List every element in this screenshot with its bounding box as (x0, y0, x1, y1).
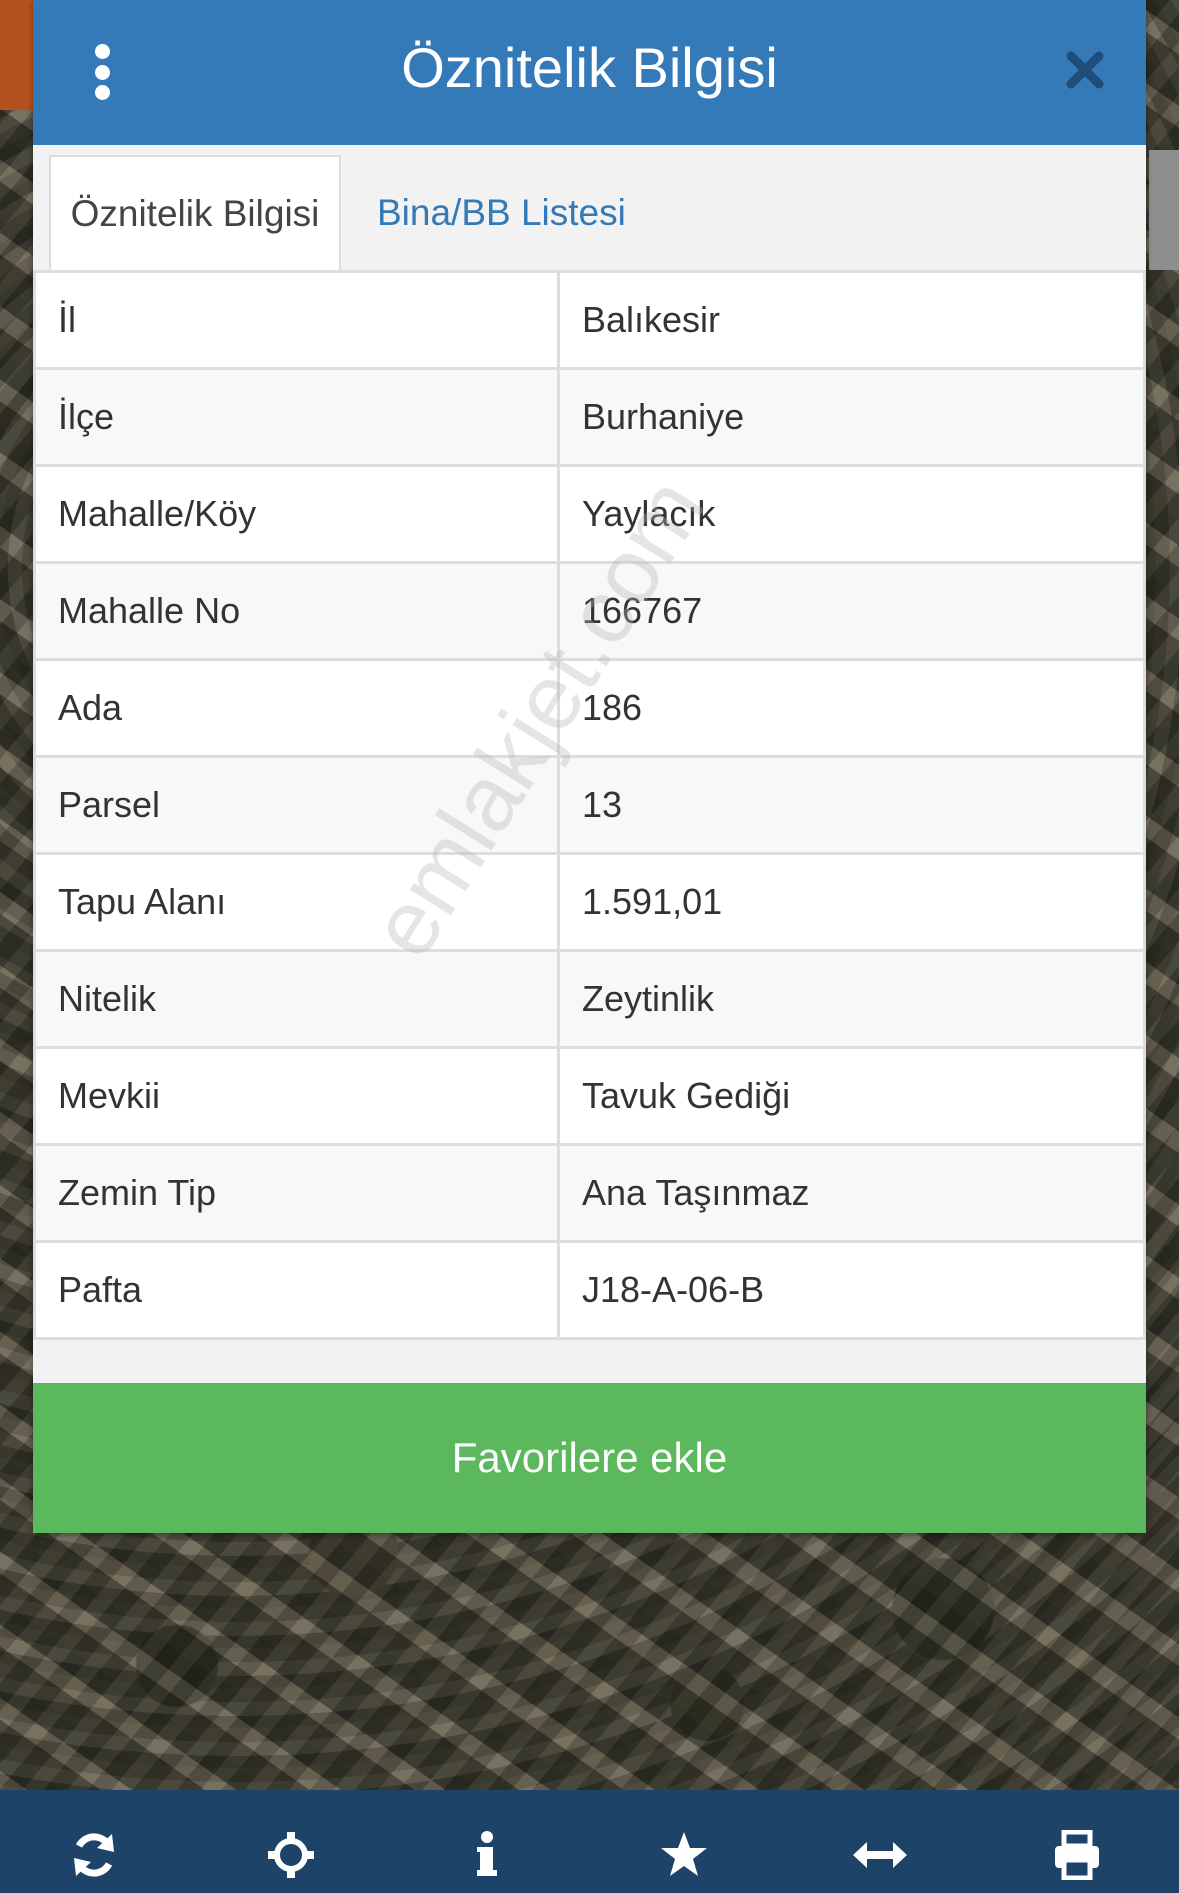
close-icon[interactable] (1065, 50, 1105, 90)
attribute-key: İlçe (33, 367, 560, 467)
table-row: Ada 186 (33, 658, 1146, 758)
table-row: Pafta J18-A-06-B (33, 1240, 1146, 1340)
attribute-value: Yaylacık (557, 464, 1146, 564)
attribute-value: Ana Taşınmaz (557, 1143, 1146, 1243)
attribute-value: 13 (557, 755, 1146, 855)
table-row: Mahalle/Köy Yaylacık (33, 464, 1146, 564)
attribute-key: Zemin Tip (33, 1143, 560, 1243)
attribute-key: İl (33, 270, 560, 370)
dialog-header: Öznitelik Bilgisi (33, 0, 1146, 145)
attribute-key: Nitelik (33, 949, 560, 1049)
add-to-favorites-button[interactable]: Favorilere ekle (33, 1383, 1146, 1533)
table-row: Parsel 13 (33, 755, 1146, 855)
table-row: Mahalle No 166767 (33, 561, 1146, 661)
star-icon[interactable] (654, 1830, 714, 1890)
attribute-value: Balıkesir (557, 270, 1146, 370)
attribute-key: Mahalle/Köy (33, 464, 560, 564)
attribute-value: 166767 (557, 561, 1146, 661)
table-row: İl Balıkesir (33, 270, 1146, 370)
locate-icon[interactable] (261, 1830, 321, 1890)
attribute-key: Tapu Alanı (33, 852, 560, 952)
dialog-title: Öznitelik Bilgisi (401, 36, 778, 99)
attribute-value: Tavuk Gediği (557, 1046, 1146, 1146)
print-icon[interactable] (1047, 1830, 1107, 1890)
tab-bina-bb-listesi[interactable]: Bina/BB Listesi (377, 155, 677, 270)
tab-bar: Öznitelik Bilgisi Bina/BB Listesi (33, 145, 1146, 272)
attribute-table: İl Balıkesir İlçe Burhaniye Mahalle/Köy Yayla… (33, 270, 1146, 1340)
attribute-value: J18-A-06-B (557, 1240, 1146, 1340)
table-row: Zemin Tip Ana Taşınmaz (33, 1143, 1146, 1243)
attribute-value: Zeytinlik (557, 949, 1146, 1049)
attribute-key: Mahalle No (33, 561, 560, 661)
info-icon[interactable] (457, 1830, 517, 1890)
attribute-dialog: Öznitelik Bilgisi Öznitelik Bilgisi Bina… (33, 0, 1146, 1533)
attribute-key: Mevkii (33, 1046, 560, 1146)
table-row: Nitelik Zeytinlik (33, 949, 1146, 1049)
bottom-toolbar (0, 1790, 1179, 1893)
attribute-value: 1.591,01 (557, 852, 1146, 952)
attribute-key: Ada (33, 658, 560, 758)
table-row: Mevkii Tavuk Gediği (33, 1046, 1146, 1146)
table-row: Tapu Alanı 1.591,01 (33, 852, 1146, 952)
attribute-value: Burhaniye (557, 367, 1146, 467)
attribute-key: Pafta (33, 1240, 560, 1340)
map-layer-edge (0, 0, 33, 110)
attribute-key: Parsel (33, 755, 560, 855)
map-scrollbar[interactable] (1149, 150, 1179, 270)
refresh-icon[interactable] (64, 1830, 124, 1890)
tab-oznitelik-bilgisi[interactable]: Öznitelik Bilgisi (49, 155, 341, 270)
measure-icon[interactable] (850, 1830, 910, 1890)
table-row: İlçe Burhaniye (33, 367, 1146, 467)
attribute-value: 186 (557, 658, 1146, 758)
